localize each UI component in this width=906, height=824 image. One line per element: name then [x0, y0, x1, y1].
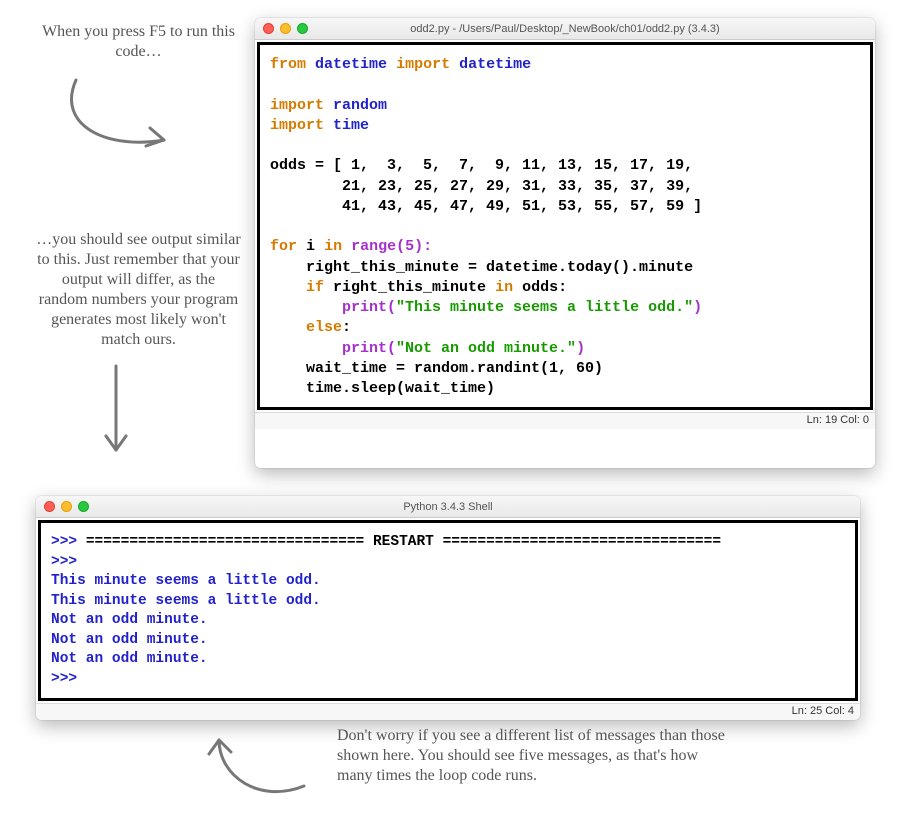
- keyword-in: in: [495, 279, 513, 296]
- paren: ): [576, 340, 585, 357]
- code-line: odds = [ 1, 3, 5, 7, 9, 11, 13, 15, 17, …: [270, 157, 693, 174]
- shell-output[interactable]: >>> ================================ RES…: [38, 520, 858, 701]
- code-line: time.sleep(wait_time): [270, 380, 495, 397]
- restart-banner: ================================ RESTART…: [86, 534, 721, 550]
- editor-titlebar[interactable]: odd2.py - /Users/Paul/Desktop/_NewBook/c…: [255, 18, 875, 40]
- code: odds:: [513, 279, 567, 296]
- string-literal: "Not an odd minute.": [396, 340, 576, 357]
- code-line: wait_time = random.randint(1, 60): [270, 360, 603, 377]
- output-line: Not an odd minute.: [51, 651, 208, 667]
- string-literal: "This minute seems a little odd.": [396, 299, 693, 316]
- keyword-import: import: [270, 117, 324, 134]
- indent: [270, 319, 306, 336]
- maximize-icon[interactable]: [78, 501, 89, 512]
- annotation-middle: …you should see output similar to this. …: [36, 230, 241, 350]
- close-icon[interactable]: [44, 501, 55, 512]
- shell-statusbar: Ln: 25 Col: 4: [36, 703, 860, 720]
- variable: i: [306, 238, 315, 255]
- prompt: >>>: [51, 554, 86, 570]
- colon: :: [342, 319, 351, 336]
- prompt: >>>: [51, 534, 86, 550]
- code-line: right_this_minute = datetime.today().min…: [270, 259, 693, 276]
- arrow-down-icon: [36, 358, 196, 468]
- module-name: random: [333, 97, 387, 114]
- module-name: datetime: [315, 56, 387, 73]
- annotation-top: When you press F5 to run this code…: [36, 22, 241, 62]
- shell-window: Python 3.4.3 Shell >>> =================…: [36, 496, 860, 720]
- module-name: time: [333, 117, 369, 134]
- symbol: datetime: [459, 56, 531, 73]
- builtin-print: print(: [270, 299, 396, 316]
- output-line: Not an odd minute.: [51, 612, 208, 628]
- shell-titlebar[interactable]: Python 3.4.3 Shell: [36, 496, 860, 518]
- builtin-print: print(: [270, 340, 396, 357]
- output-line: Not an odd minute.: [51, 632, 208, 648]
- keyword-for: for: [270, 238, 297, 255]
- editor-statusbar: Ln: 19 Col: 0: [255, 412, 875, 429]
- paren: ): [693, 299, 702, 316]
- keyword-import: import: [396, 56, 450, 73]
- minimize-icon[interactable]: [280, 23, 291, 34]
- keyword-from: from: [270, 56, 306, 73]
- editor-code[interactable]: from datetime import datetime import ran…: [257, 42, 873, 410]
- output-line: This minute seems a little odd.: [51, 593, 321, 609]
- keyword-else: else: [306, 319, 342, 336]
- maximize-icon[interactable]: [297, 23, 308, 34]
- keyword-if: if: [306, 279, 324, 296]
- shell-title: Python 3.4.3 Shell: [36, 501, 860, 513]
- code-line: 41, 43, 45, 47, 49, 51, 53, 55, 57, 59 ]: [270, 198, 702, 215]
- code-line: 21, 23, 25, 27, 29, 31, 33, 35, 37, 39,: [270, 178, 693, 195]
- code: right_this_minute: [324, 279, 495, 296]
- editor-title: odd2.py - /Users/Paul/Desktop/_NewBook/c…: [255, 23, 875, 35]
- indent: [270, 279, 306, 296]
- editor-window: odd2.py - /Users/Paul/Desktop/_NewBook/c…: [255, 18, 875, 468]
- prompt: >>>: [51, 671, 86, 687]
- keyword-in: in: [324, 238, 342, 255]
- annotation-bottom: Don't worry if you see a different list …: [337, 726, 737, 786]
- output-line: This minute seems a little odd.: [51, 573, 321, 589]
- keyword-import: import: [270, 97, 324, 114]
- builtin-range: range(5):: [351, 238, 432, 255]
- minimize-icon[interactable]: [61, 501, 72, 512]
- arrow-icon: [36, 70, 196, 170]
- close-icon[interactable]: [263, 23, 274, 34]
- arrow-icon: [169, 726, 319, 806]
